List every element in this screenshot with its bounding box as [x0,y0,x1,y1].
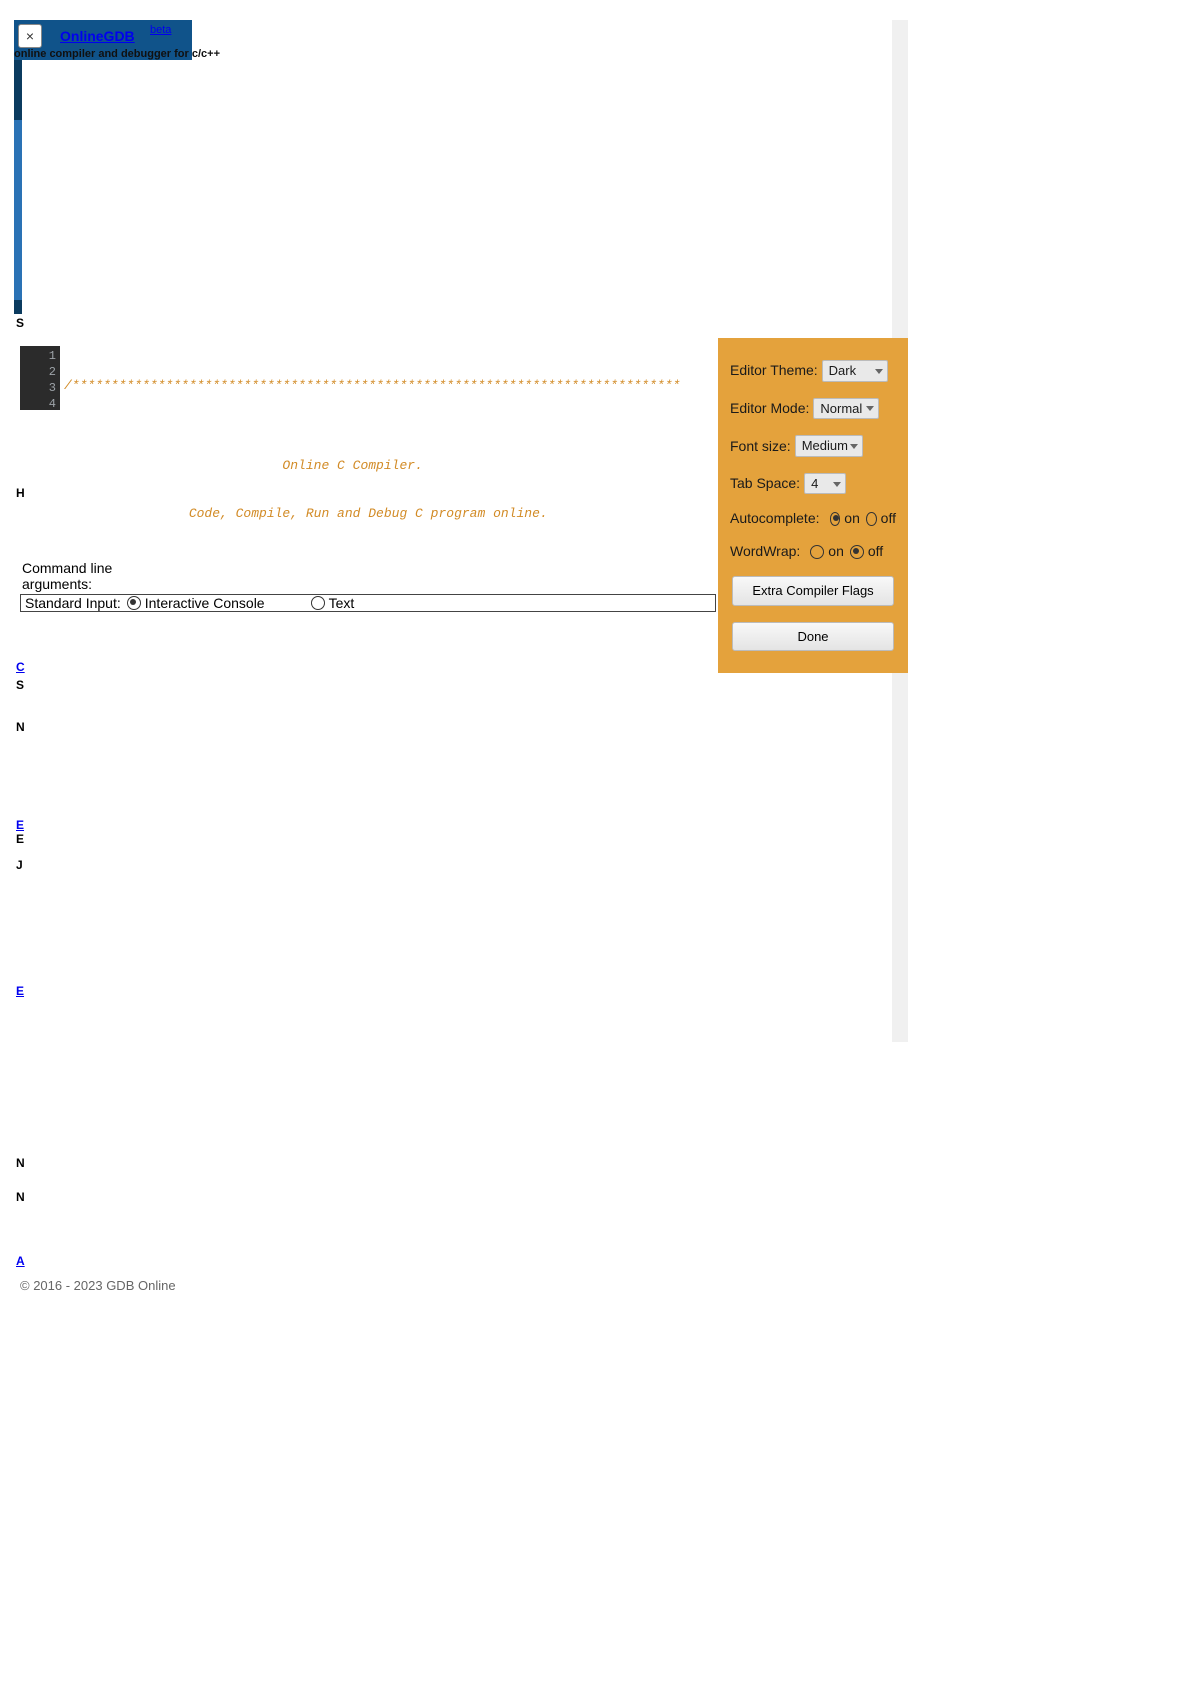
code-editor[interactable]: 1 2 3 4 /*******************************… [20,346,660,416]
peek-e1[interactable]: E [16,818,24,832]
peek-n3: N [16,1190,25,1204]
stdin-opt-interactive[interactable]: Interactive Console [145,595,265,611]
font-label: Font size: [730,438,791,455]
mode-value: Normal [820,401,862,416]
peek-s2: S [16,678,24,692]
done-label: Done [797,629,828,644]
sidebar-section-mid [14,120,22,300]
stdin-row: Standard Input: Interactive Console Text [20,594,716,612]
theme-value: Dark [829,363,856,378]
peek-n1: N [16,720,25,734]
code-area[interactable]: /***************************************… [64,346,664,554]
line-number: 1 [20,348,56,364]
theme-label: Editor Theme: [730,362,818,379]
tab-select[interactable]: 4 [804,473,846,495]
cmdline-text: Command line arguments: [22,560,132,592]
peek-a1[interactable]: A [16,1254,25,1268]
autocomplete-off[interactable]: off [881,510,896,527]
peek-c1[interactable]: C [16,660,25,674]
cmdline-label: Command line arguments: [22,560,132,592]
wordwrap-radio-off[interactable] [850,545,864,559]
peek-n2: N [16,1156,25,1170]
peek-s1: S [16,316,24,330]
done-button[interactable]: Done [732,622,894,652]
close-icon[interactable]: × [18,24,42,48]
brand-link[interactable]: OnlineGDB [60,28,135,44]
sidebar-section-dark [14,60,22,120]
autocomplete-on[interactable]: on [844,510,860,527]
extra-flags-button[interactable]: Extra Compiler Flags [732,576,894,606]
theme-select[interactable]: Dark [822,360,888,382]
mode-select[interactable]: Normal [813,398,879,420]
font-select[interactable]: Medium [795,435,863,457]
beta-text: beta [150,24,171,36]
settings-panel: Editor Theme: Dark Editor Mode: Normal F… [718,338,908,673]
sidebar-section-lower [14,300,22,314]
wordwrap-radio-on[interactable] [810,545,824,559]
copyright: © 2016 - 2023 GDB Online [20,1278,176,1293]
line-number: 4 [20,396,56,412]
peek-e3[interactable]: E [16,984,24,998]
subtitle: online compiler and debugger for c/c++ [14,48,220,60]
peek-j1: J [16,858,23,872]
wordwrap-on[interactable]: on [828,543,844,560]
stdin-label: Standard Input: [25,595,121,611]
brand-text: OnlineGDB [60,28,135,44]
tab-label: Tab Space: [730,475,800,492]
peek-h1: H [16,486,25,500]
line-number: 3 [20,380,56,396]
peek-e2: E [16,832,24,846]
autocomplete-label: Autocomplete: [730,510,820,527]
autocomplete-radio-off[interactable] [866,512,877,526]
wordwrap-off[interactable]: off [868,543,883,560]
mode-label: Editor Mode: [730,400,809,417]
wordwrap-label: WordWrap: [730,543,800,560]
font-value: Medium [802,438,848,453]
code-line: Online C Compiler. [64,458,664,474]
stdin-opt-text[interactable]: Text [329,595,355,611]
code-line: /***************************************… [64,378,664,394]
line-gutter: 1 2 3 4 [20,346,60,410]
stdin-radio-interactive[interactable] [127,596,141,610]
autocomplete-radio-on[interactable] [830,512,841,526]
line-number: 2 [20,364,56,380]
beta-link[interactable]: beta [150,24,171,36]
stdin-radio-text[interactable] [311,596,325,610]
tab-value: 4 [811,476,818,491]
extra-flags-label: Extra Compiler Flags [752,583,873,598]
close-label: × [26,28,34,44]
code-line: Code, Compile, Run and Debug C program o… [64,506,664,522]
